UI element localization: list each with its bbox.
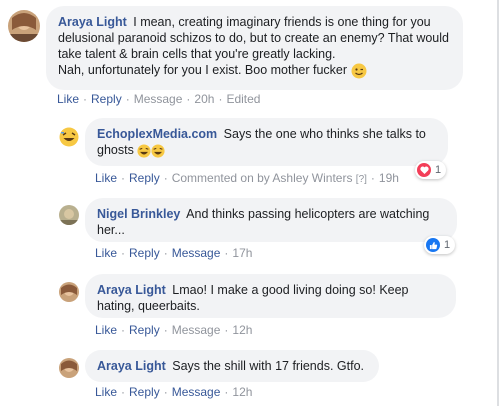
comment-actions: Like · Reply · Commented on by Ashley Winter… bbox=[95, 171, 399, 185]
info-help-link[interactable]: [?] bbox=[356, 174, 367, 185]
like-link[interactable]: Like bbox=[95, 323, 117, 337]
reaction-count-value: 1 bbox=[435, 164, 442, 176]
like-link[interactable]: Like bbox=[95, 385, 117, 399]
like-link[interactable]: Like bbox=[57, 92, 79, 106]
comment-author[interactable]: Nigel Brinkley bbox=[97, 207, 180, 221]
comment-bubble: Araya Light Lmao! I make a good living d… bbox=[85, 274, 456, 318]
avatar[interactable] bbox=[59, 127, 79, 147]
wink-emoji-icon bbox=[351, 63, 367, 79]
laughing-emoji-icon bbox=[151, 144, 165, 158]
comment-bubble: Nigel Brinkley And thinks passing helico… bbox=[85, 198, 457, 242]
comment-bubble: Araya Light Says the shill with 17 frien… bbox=[85, 350, 379, 382]
message-link[interactable]: Message bbox=[172, 246, 221, 260]
comment-bubble: EchoplexMedia.com Says the one who think… bbox=[85, 118, 448, 166]
comment-actions: Like · Reply · Message · 20h · Edited bbox=[57, 92, 261, 106]
commented-on-by-label: Commented on by Ashley Winters bbox=[171, 171, 353, 185]
laughing-emoji-icon bbox=[137, 144, 151, 158]
avatar[interactable] bbox=[59, 358, 79, 378]
avatar-photo-icon bbox=[59, 205, 79, 225]
comment-text: Says the shill with 17 friends. Gtfo. bbox=[172, 359, 365, 373]
comment-text-line2: Nah, unfortunately for you I exist. Boo … bbox=[58, 63, 348, 77]
message-link[interactable]: Message bbox=[172, 323, 221, 337]
avatar-photo-icon bbox=[8, 10, 40, 42]
comment-actions: Like · Reply · Message · 12h bbox=[95, 323, 253, 337]
reaction-count-value: 1 bbox=[444, 239, 451, 251]
comment-actions: Like · Reply · Message · 12h bbox=[95, 385, 253, 399]
comment-author[interactable]: Araya Light bbox=[97, 283, 166, 297]
timestamp[interactable]: 17h bbox=[232, 246, 252, 260]
reply-link[interactable]: Reply bbox=[129, 385, 160, 399]
timestamp[interactable]: 19h bbox=[379, 171, 399, 185]
thumbs-up-reaction-icon bbox=[426, 238, 440, 252]
avatar[interactable] bbox=[59, 282, 79, 302]
reply-link[interactable]: Reply bbox=[129, 246, 160, 260]
reply-link[interactable]: Reply bbox=[129, 171, 160, 185]
comment-author[interactable]: Araya Light bbox=[97, 359, 166, 373]
reply-link[interactable]: Reply bbox=[129, 323, 160, 337]
avatar[interactable] bbox=[8, 10, 40, 42]
reply-link[interactable]: Reply bbox=[91, 92, 122, 106]
message-link[interactable]: Message bbox=[134, 92, 183, 106]
reaction-count[interactable]: 1 bbox=[424, 236, 456, 254]
avatar[interactable] bbox=[59, 205, 79, 225]
comment-actions: Like · Reply · Message · 17h bbox=[95, 246, 253, 260]
avatar-photo-icon bbox=[59, 282, 79, 302]
laughing-emoji-avatar-icon bbox=[59, 127, 79, 147]
edited-label[interactable]: Edited bbox=[226, 92, 260, 106]
timestamp[interactable]: 12h bbox=[232, 385, 252, 399]
comment-bubble: Araya Light I mean, creating imaginary f… bbox=[46, 6, 463, 90]
like-link[interactable]: Like bbox=[95, 246, 117, 260]
like-link[interactable]: Like bbox=[95, 171, 117, 185]
reaction-count[interactable]: 1 bbox=[415, 161, 447, 179]
timestamp[interactable]: 12h bbox=[232, 323, 252, 337]
message-link[interactable]: Message bbox=[172, 385, 221, 399]
comment-author[interactable]: EchoplexMedia.com bbox=[97, 127, 217, 141]
timestamp[interactable]: 20h bbox=[194, 92, 214, 106]
avatar-photo-icon bbox=[59, 358, 79, 378]
heart-reaction-icon bbox=[417, 163, 431, 177]
comment-author[interactable]: Araya Light bbox=[58, 15, 127, 29]
